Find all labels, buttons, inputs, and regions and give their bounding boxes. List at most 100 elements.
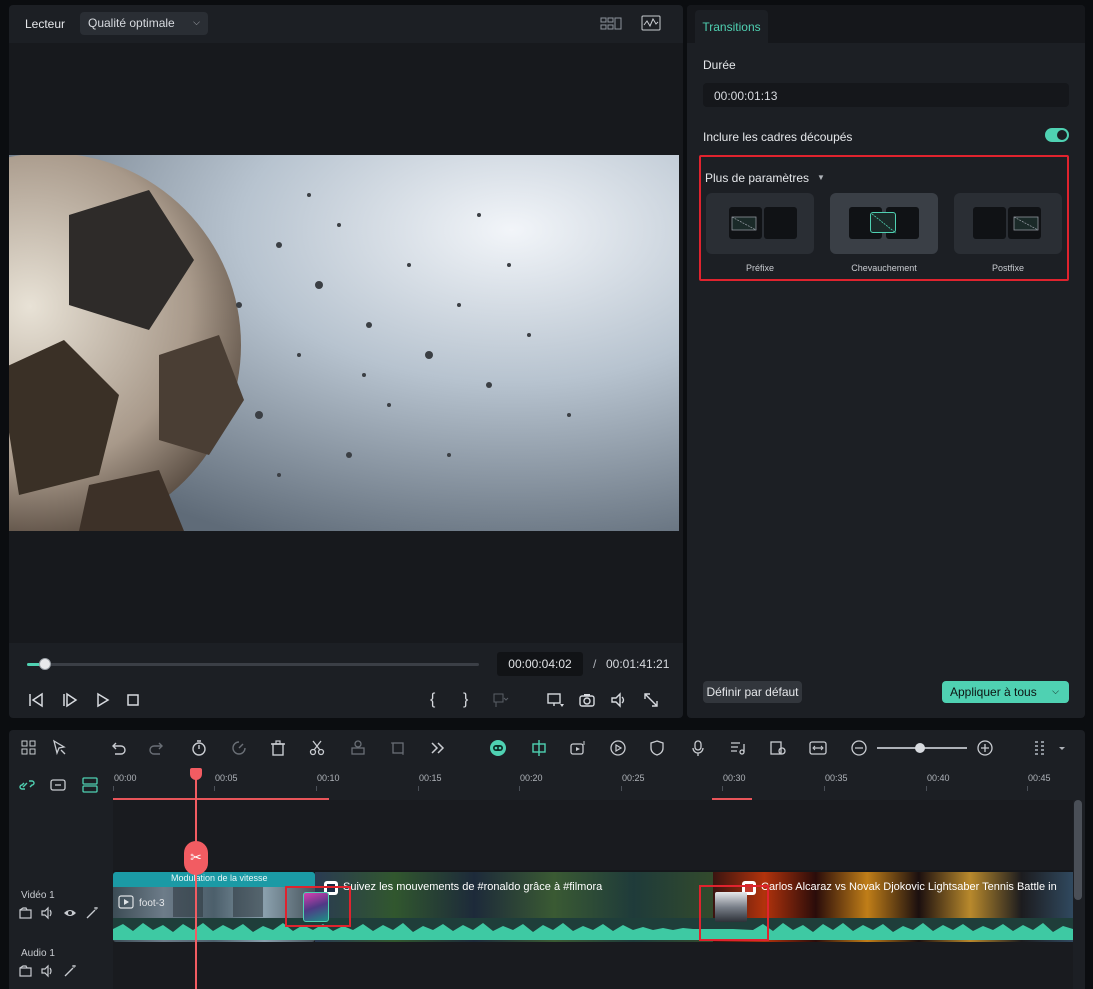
- snapshot-button[interactable]: [578, 691, 596, 709]
- include-trimmed-frames-toggle[interactable]: [1045, 128, 1069, 142]
- scissors-icon[interactable]: ✂: [184, 841, 208, 875]
- ai-assistant-button[interactable]: [489, 739, 507, 757]
- mark-in-button[interactable]: {: [430, 691, 435, 709]
- video-track-controls: [19, 906, 105, 923]
- auto-reframe-button[interactable]: [569, 739, 587, 757]
- crop-button[interactable]: [389, 739, 407, 757]
- track-headers: Vidéo 1 Audio 1: [9, 800, 113, 989]
- ruler-tick: [621, 786, 622, 791]
- step-forward-icon: [63, 692, 78, 708]
- ruler-tick: [824, 786, 825, 791]
- video-viewer[interactable]: [9, 43, 683, 643]
- audio-settings-button[interactable]: [729, 739, 747, 757]
- progress-knob[interactable]: [39, 658, 52, 670]
- tab-transitions[interactable]: Transitions: [695, 10, 768, 43]
- apply-to-all-button[interactable]: Appliquer à tous ⌵: [942, 681, 1069, 703]
- detach-audio-button[interactable]: [349, 739, 367, 757]
- crop-icon: [391, 742, 404, 755]
- mode-postfix-button[interactable]: [954, 193, 1062, 254]
- select-tool-button[interactable]: [51, 739, 69, 757]
- more-tools-button[interactable]: [428, 739, 446, 757]
- stop-button[interactable]: [124, 691, 142, 709]
- scene-detect-button[interactable]: [769, 739, 787, 757]
- playhead-handle[interactable]: [190, 768, 202, 780]
- caret-down-icon[interactable]: ▼: [817, 173, 825, 182]
- eye-icon[interactable]: [64, 910, 76, 916]
- speaker-icon[interactable]: [41, 964, 52, 978]
- split-button[interactable]: [308, 739, 326, 757]
- display-settings-button[interactable]: [546, 691, 564, 709]
- fullscreen-button[interactable]: [642, 691, 660, 709]
- chevron-down-icon[interactable]: ⌵: [1052, 686, 1059, 697]
- current-time-display[interactable]: 00:00:04:02: [497, 652, 583, 676]
- undo-button[interactable]: [109, 739, 127, 757]
- chevron-down-icon: ⌵: [193, 17, 200, 27]
- clip-title: Carlos Alcaraz vs Novak Djokovic Lightsa…: [761, 881, 1057, 893]
- redo-icon: [149, 742, 163, 755]
- timeline-panel: 00:00 00:05 00:10 00:15 00:20 00:25 00:3…: [9, 730, 1085, 989]
- play-circle-icon: [610, 740, 626, 756]
- timeline-ruler[interactable]: 00:00 00:05 00:10 00:15 00:20 00:25 00:3…: [113, 768, 1085, 800]
- vertical-scrollbar[interactable]: [1074, 800, 1082, 900]
- play-range-button[interactable]: [609, 739, 627, 757]
- snap-icon: [532, 740, 546, 756]
- timeline-tracks[interactable]: Modulation de la vitesse foot-3 Suivez l…: [113, 800, 1073, 989]
- ruler-tick-label: 00:25: [622, 773, 645, 783]
- record-voice-button[interactable]: [689, 739, 707, 757]
- player-header: Lecteur Qualité optimale ⌵: [9, 5, 683, 43]
- fit-timeline-button[interactable]: [809, 739, 827, 757]
- next-frame-button[interactable]: [61, 691, 79, 709]
- zoom-in-button[interactable]: [976, 739, 994, 757]
- mode-prefix-button[interactable]: [706, 193, 814, 254]
- play-button[interactable]: [93, 691, 111, 709]
- track-layout-dropdown[interactable]: [1057, 739, 1067, 757]
- shield-icon: [650, 740, 664, 756]
- speed-tag[interactable]: Modulation de la vitesse: [113, 872, 315, 887]
- postfix-clip-a-icon: [973, 207, 1006, 239]
- duration-field[interactable]: 00:00:01:13: [703, 83, 1069, 107]
- clip-name: foot-3: [139, 898, 165, 909]
- redo-button[interactable]: [148, 739, 166, 757]
- speaker-icon: [611, 692, 625, 708]
- mode-overlap-button[interactable]: [830, 193, 938, 254]
- ruler-tick: [926, 786, 927, 791]
- folder-lock-icon[interactable]: [19, 965, 32, 977]
- magnet-track-icon[interactable]: [82, 777, 98, 793]
- speed-ramp-button[interactable]: [230, 739, 248, 757]
- ruler-tick-label: 00:40: [927, 773, 950, 783]
- dots-grid-icon: [1035, 741, 1044, 755]
- grid-view-icon[interactable]: [600, 16, 622, 31]
- link-icon[interactable]: [19, 780, 35, 790]
- zoom-out-button[interactable]: [850, 739, 868, 757]
- speed-button[interactable]: [190, 739, 208, 757]
- folder-lock-icon[interactable]: [19, 907, 32, 919]
- apply-to-all-label: Appliquer à tous: [950, 685, 1037, 699]
- quality-dropdown[interactable]: Qualité optimale ⌵: [80, 12, 208, 35]
- playhead[interactable]: [195, 768, 197, 989]
- reset-default-button[interactable]: Définir par défaut: [703, 681, 802, 703]
- delete-button[interactable]: [269, 739, 287, 757]
- waveform-icon[interactable]: [641, 15, 661, 31]
- zoom-slider-knob[interactable]: [915, 743, 925, 753]
- more-parameters-label[interactable]: Plus de paramètres: [705, 171, 809, 185]
- marker-button[interactable]: [491, 691, 509, 709]
- magic-wand-icon[interactable]: [64, 965, 76, 977]
- video-ai-icon: [570, 741, 585, 755]
- transition-highlight-box: [285, 886, 351, 927]
- volume-button[interactable]: [610, 691, 628, 709]
- layout-button[interactable]: [20, 739, 38, 757]
- track-link-icon[interactable]: [50, 779, 66, 791]
- track-layout-button[interactable]: [1031, 739, 1049, 757]
- caret-down-icon: [1059, 747, 1065, 750]
- ruler-tick: [418, 786, 419, 791]
- ruler-tick-label: 00:15: [419, 773, 442, 783]
- detach-icon: [351, 740, 365, 755]
- snap-button[interactable]: [530, 739, 548, 757]
- ruler-tick-label: 00:00: [114, 773, 137, 783]
- magic-wand-icon[interactable]: [86, 907, 98, 919]
- playback-progress-bar[interactable]: [27, 658, 479, 670]
- previous-frame-button[interactable]: [27, 691, 45, 709]
- mask-button[interactable]: [648, 739, 666, 757]
- speaker-icon[interactable]: [41, 906, 52, 920]
- mark-out-button[interactable]: }: [463, 691, 468, 709]
